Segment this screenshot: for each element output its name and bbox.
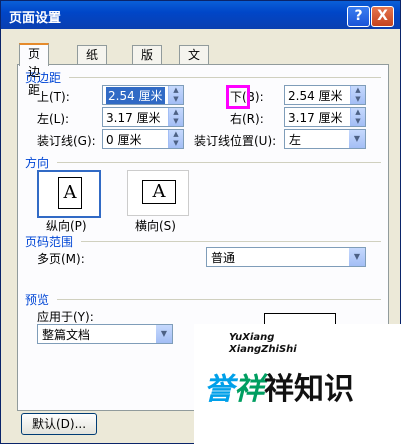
portrait-page-icon: A bbox=[58, 177, 82, 209]
gutter-position-select[interactable]: 左 ▼ bbox=[284, 129, 366, 149]
chevron-down-icon[interactable]: ▼ bbox=[156, 325, 172, 343]
portrait-label: 纵向(P) bbox=[46, 219, 87, 233]
tab-margins[interactable]: 页边距 bbox=[19, 43, 50, 97]
watermark-text-en: YuXiang bbox=[229, 332, 275, 343]
page-setup-dialog: 页面设置 ? X 页边距 纸张 版式 文档网格 页边距 上(T): 2.54 厘… bbox=[0, 0, 401, 445]
landscape-label: 横向(S) bbox=[135, 219, 176, 233]
spinner-arrows[interactable]: ▲ ▼ bbox=[168, 108, 183, 126]
orientation-group-title: 方向 bbox=[25, 156, 50, 170]
spinner-arrows[interactable]: ▲ ▼ bbox=[168, 86, 183, 104]
bottom-margin-value: 2.54 厘米 bbox=[288, 89, 343, 103]
gutter-spinner[interactable]: 0 厘米 ▲ ▼ bbox=[102, 129, 184, 149]
gutter-position-value: 左 bbox=[289, 133, 302, 147]
divider bbox=[81, 241, 381, 242]
multiple-pages-label: 多页(M): bbox=[37, 252, 85, 266]
title-bar[interactable]: 页面设置 ? X bbox=[1, 1, 400, 29]
default-button[interactable]: 默认(D)... bbox=[21, 413, 97, 435]
right-margin-spinner[interactable]: 3.17 厘米 ▲ ▼ bbox=[284, 107, 366, 127]
watermark-text-en2: XiangZhiShi bbox=[229, 344, 297, 355]
bottom-margin-spinner[interactable]: 2.54 厘米 ▲ ▼ bbox=[284, 85, 366, 105]
chevron-down-icon[interactable]: ▼ bbox=[349, 130, 365, 148]
right-margin-value: 3.17 厘米 bbox=[288, 111, 343, 125]
tab-document-grid[interactable]: 文档网格 bbox=[179, 45, 210, 116]
gutter-position-label: 装订线位置(U): bbox=[194, 134, 277, 148]
gutter-label: 装订线(G): bbox=[37, 134, 96, 148]
apply-to-label: 应用于(Y): bbox=[37, 310, 94, 324]
close-button[interactable]: X bbox=[371, 6, 394, 27]
divider bbox=[57, 299, 381, 300]
preview-group-title: 预览 bbox=[25, 293, 50, 307]
multiple-pages-value: 普通 bbox=[211, 251, 236, 265]
top-margin-label: 上(T): bbox=[37, 90, 70, 104]
right-margin-label: 右(R): bbox=[230, 112, 264, 126]
apply-to-select[interactable]: 整篇文档 ▼ bbox=[37, 324, 173, 344]
portrait-option[interactable]: A bbox=[37, 170, 101, 218]
left-margin-spinner[interactable]: 3.17 厘米 ▲ ▼ bbox=[102, 107, 184, 127]
watermark-char-rest: 祥知识 bbox=[264, 372, 354, 407]
apply-to-value: 整篇文档 bbox=[42, 328, 91, 342]
window-title: 页面设置 bbox=[9, 11, 62, 26]
chevron-down-icon[interactable]: ▼ bbox=[349, 248, 365, 266]
pages-group-title: 页码范围 bbox=[25, 235, 74, 249]
landscape-page-icon: A bbox=[142, 180, 176, 204]
watermark-logo: YuXiang XiangZhiShi 誉祥祥知识 bbox=[194, 324, 401, 445]
top-margin-spinner[interactable]: 2.54 厘米 ▲ ▼ bbox=[102, 85, 184, 105]
top-margin-value: 2.54 厘米 bbox=[106, 87, 165, 104]
left-margin-value: 3.17 厘米 bbox=[106, 111, 161, 125]
watermark-text-cn: 誉祥祥知识 bbox=[204, 364, 354, 408]
spinner-arrows[interactable]: ▲ ▼ bbox=[350, 108, 365, 126]
tab-paper[interactable]: 纸张 bbox=[77, 45, 108, 80]
multiple-pages-select[interactable]: 普通 ▼ bbox=[206, 247, 366, 267]
tab-layout[interactable]: 版式 bbox=[132, 45, 163, 80]
spinner-arrows[interactable]: ▲ ▼ bbox=[168, 130, 183, 148]
highlight-box bbox=[226, 85, 250, 109]
left-margin-label: 左(L): bbox=[37, 112, 70, 126]
divider bbox=[69, 77, 381, 78]
divider bbox=[57, 162, 381, 163]
help-button[interactable]: ? bbox=[347, 6, 370, 27]
gutter-value: 0 厘米 bbox=[106, 133, 142, 147]
watermark-char-1: 誉 bbox=[204, 372, 234, 407]
watermark-char-2: 祥 bbox=[234, 372, 264, 407]
spinner-arrows[interactable]: ▲ ▼ bbox=[350, 86, 365, 104]
landscape-option[interactable]: A bbox=[127, 170, 189, 216]
